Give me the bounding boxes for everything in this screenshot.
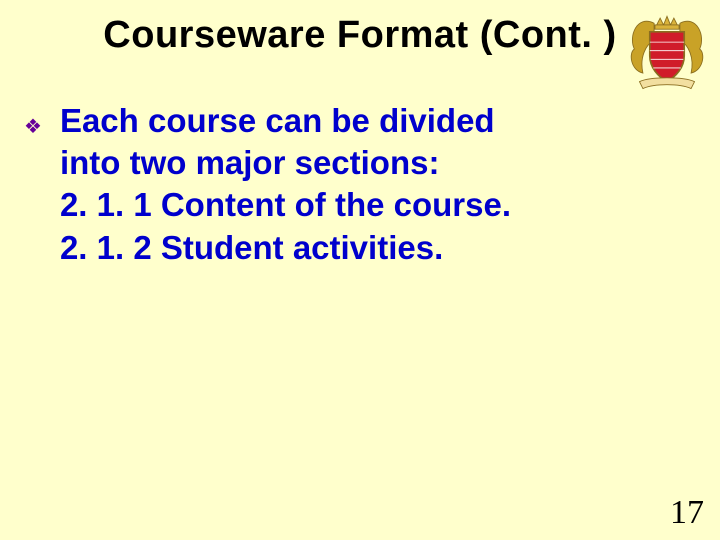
body-line-1: Each course can be divided — [60, 100, 511, 142]
body-line-3: 2. 1. 1 Content of the course. — [60, 184, 511, 226]
body-block: ❖ Each course can be divided into two ma… — [24, 100, 680, 269]
body-text: Each course can be divided into two majo… — [60, 100, 511, 269]
crown-band — [655, 25, 679, 29]
body-line-2: into two major sections: — [60, 142, 511, 184]
crown — [657, 16, 678, 25]
crest-icon — [624, 6, 710, 92]
shield — [650, 32, 684, 82]
body-line-4: 2. 1. 2 Student activities. — [60, 227, 511, 269]
slide-title: Courseware Format (Cont. ) — [0, 14, 720, 57]
slide: Courseware Format (Cont. ) ❖ Each course… — [0, 0, 720, 540]
page-number: 17 — [670, 494, 704, 532]
diamond-bullet-icon: ❖ — [24, 106, 42, 148]
banner — [639, 78, 694, 89]
